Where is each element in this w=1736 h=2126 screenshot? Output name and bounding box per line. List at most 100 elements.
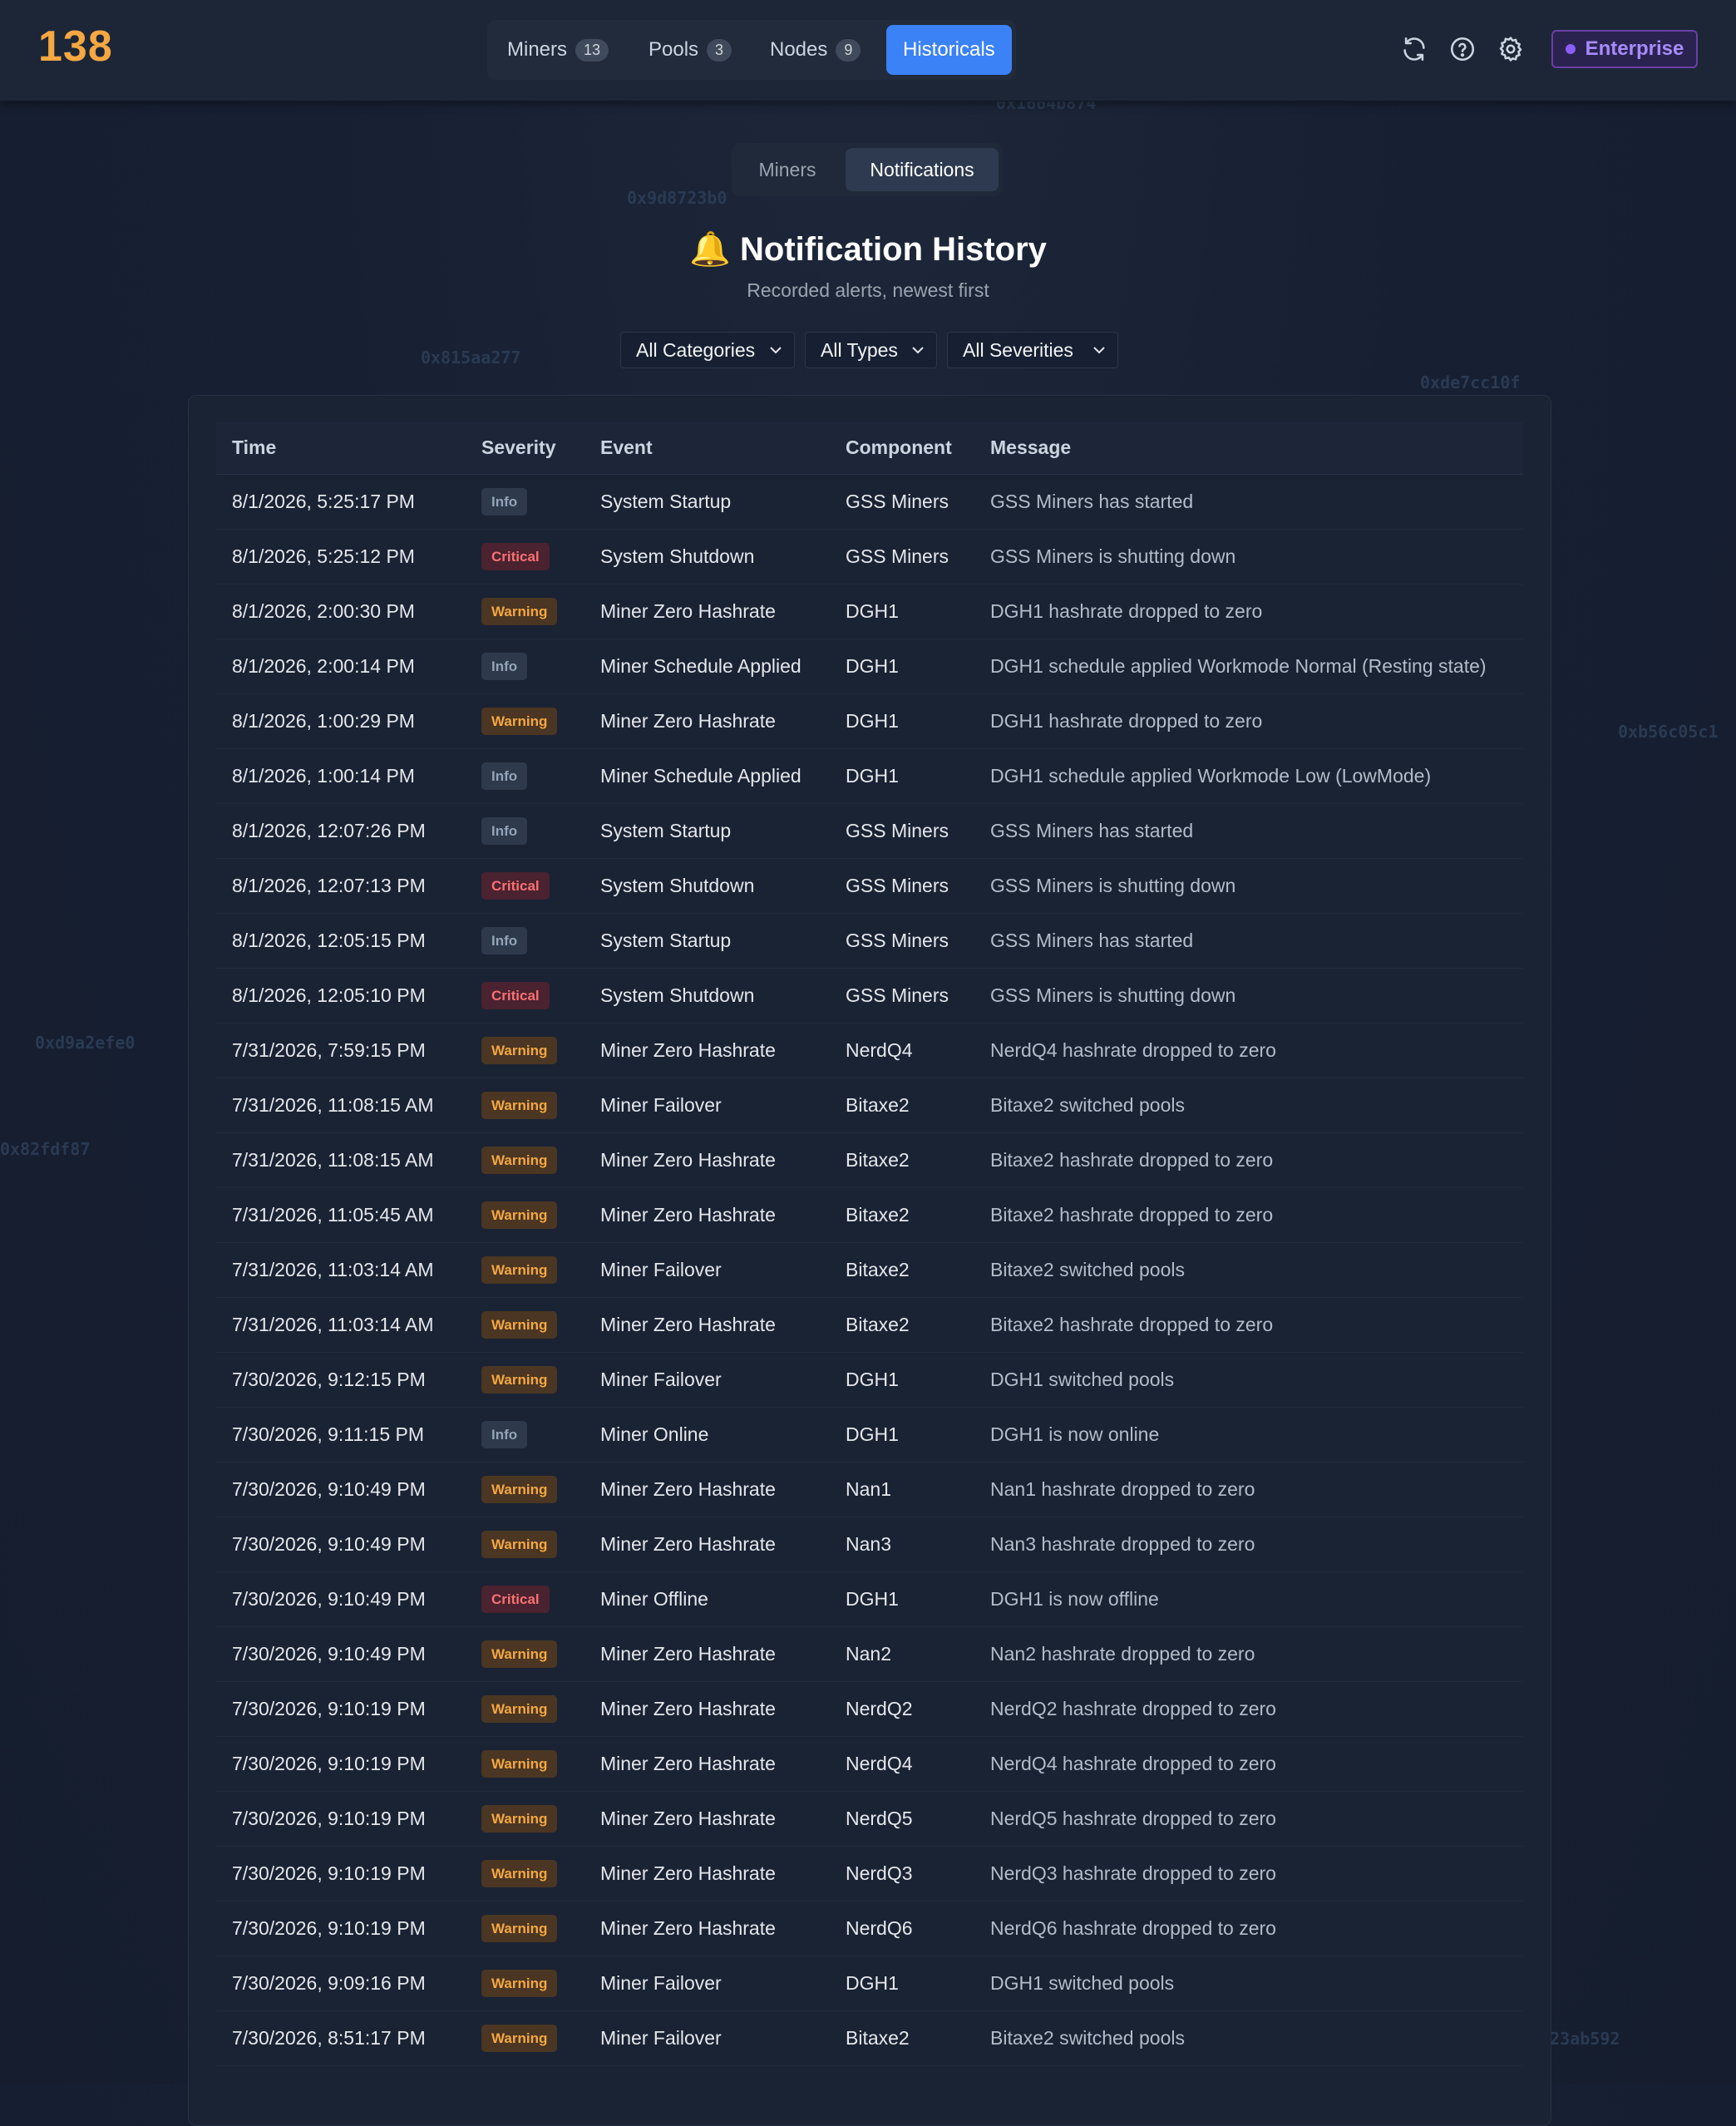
refresh-icon[interactable] (1400, 35, 1428, 63)
table-row[interactable]: 8/1/2026, 12:07:26 PM Info System Startup G… (216, 803, 1523, 859)
cell-severity: Warning (466, 1078, 584, 1133)
nav-nodes[interactable]: Nodes 9 (770, 25, 861, 75)
nav-miners[interactable]: Miners 13 (507, 25, 609, 75)
severity-badge: Critical (481, 542, 550, 570)
cell-message: GSS Miners has started (974, 913, 1523, 969)
cell-time: 7/30/2026, 9:10:19 PM (216, 1791, 466, 1847)
cell-time: 8/1/2026, 12:07:13 PM (216, 858, 466, 914)
cell-severity: Warning (466, 693, 584, 749)
cell-component: GSS Miners (830, 913, 974, 969)
table-row[interactable]: 7/30/2026, 9:10:19 PM Warning Miner Zero H… (216, 1846, 1523, 1902)
subtab-notifications[interactable]: Notifications (846, 148, 999, 191)
nav-historicals[interactable]: Historicals (886, 25, 1012, 75)
table-row[interactable]: 7/30/2026, 9:10:19 PM Warning Miner Zero H… (216, 1681, 1523, 1737)
table-row[interactable]: 8/1/2026, 12:05:10 PM Critical System Shut… (216, 968, 1523, 1024)
cell-component: GSS Miners (830, 858, 974, 914)
severity-badge: Warning (481, 1091, 558, 1119)
nav-pools[interactable]: Pools 3 (649, 25, 732, 75)
top-bar: 138 Miners 13 Pools 3 Nodes 9 Historical… (0, 0, 1736, 101)
cell-severity: Critical (466, 858, 584, 914)
cell-time: 7/30/2026, 9:10:19 PM (216, 1736, 466, 1792)
cell-time: 8/1/2026, 1:00:14 PM (216, 748, 466, 804)
column-header-message[interactable]: Message (974, 422, 1523, 475)
column-header-time[interactable]: Time (216, 422, 466, 475)
cell-time: 8/1/2026, 2:00:30 PM (216, 584, 466, 639)
table-row[interactable]: 7/30/2026, 9:10:49 PM Warning Miner Zero H… (216, 1462, 1523, 1517)
table-row[interactable]: 7/31/2026, 11:08:15 AM Warning Miner Zero … (216, 1132, 1523, 1188)
table-row[interactable]: 7/30/2026, 9:10:19 PM Warning Miner Zero H… (216, 1901, 1523, 1956)
table-row[interactable]: 8/1/2026, 1:00:29 PM Warning Miner Zero Ha… (216, 693, 1523, 749)
type-filter[interactable]: All Types (805, 332, 937, 368)
table-row[interactable]: 7/30/2026, 8:51:17 PM Warning Miner Failov… (216, 2010, 1523, 2066)
table-row[interactable]: 7/30/2026, 9:12:15 PM Warning Miner Failov… (216, 1352, 1523, 1408)
cell-component: Bitaxe2 (830, 1078, 974, 1133)
severity-badge: Warning (481, 1365, 558, 1393)
cell-component: NerdQ4 (830, 1023, 974, 1078)
table-row[interactable]: 8/1/2026, 12:05:15 PM Info System Startup G… (216, 913, 1523, 969)
nav-pools-label: Pools (649, 38, 699, 61)
enterprise-badge[interactable]: Enterprise (1551, 30, 1698, 68)
cell-event: Miner Zero Hashrate (584, 1297, 830, 1353)
cell-event: Miner Failover (584, 1352, 830, 1408)
cell-severity: Critical (466, 968, 584, 1024)
table-row[interactable]: 7/31/2026, 11:03:14 AM Warning Miner Zero … (216, 1297, 1523, 1353)
column-header-event[interactable]: Event (584, 422, 830, 475)
cell-severity: Warning (466, 1791, 584, 1847)
cell-severity: Warning (466, 1297, 584, 1353)
cell-time: 7/30/2026, 8:51:17 PM (216, 2010, 466, 2066)
nav-miners-count: 13 (575, 38, 609, 62)
settings-icon[interactable] (1497, 35, 1525, 63)
cell-time: 7/31/2026, 7:59:15 PM (216, 1023, 466, 1078)
table-row[interactable]: 8/1/2026, 5:25:12 PM Critical System Shutd… (216, 529, 1523, 585)
cell-component: DGH1 (830, 748, 974, 804)
cell-message: Bitaxe2 switched pools (974, 1242, 1523, 1298)
help-icon[interactable] (1448, 35, 1477, 63)
subtab-miners[interactable]: Miners (740, 148, 835, 191)
table-row[interactable]: 7/30/2026, 9:11:15 PM Info Miner Online DGH… (216, 1407, 1523, 1463)
cell-severity: Warning (466, 1681, 584, 1737)
severity-badge: Warning (481, 707, 558, 735)
table-row[interactable]: 8/1/2026, 12:07:13 PM Critical System Shut… (216, 858, 1523, 914)
severity-badge: Warning (481, 1914, 558, 1942)
cell-severity: Warning (466, 1736, 584, 1792)
table-row[interactable]: 7/30/2026, 9:10:49 PM Critical Miner Offli… (216, 1571, 1523, 1627)
cell-message: Nan1 hashrate dropped to zero (974, 1462, 1523, 1517)
table-row[interactable]: 8/1/2026, 2:00:30 PM Warning Miner Zero Ha… (216, 584, 1523, 639)
background-hash: 0xde7cc10f (1420, 372, 1521, 392)
table-row[interactable]: 7/30/2026, 9:10:19 PM Warning Miner Zero H… (216, 1791, 1523, 1847)
table-row[interactable]: 7/31/2026, 11:08:15 AM Warning Miner Failo… (216, 1078, 1523, 1133)
table-row[interactable]: 7/30/2026, 9:09:16 PM Warning Miner Failov… (216, 1956, 1523, 2011)
cell-event: System Startup (584, 803, 830, 859)
severity-badge: Warning (481, 1530, 558, 1558)
severity-badge: Warning (481, 1859, 558, 1887)
cell-message: DGH1 is now online (974, 1407, 1523, 1463)
page-subtitle: Recorded alerts, newest first (747, 279, 989, 301)
table-row[interactable]: 7/31/2026, 7:59:15 PM Warning Miner Zero H… (216, 1023, 1523, 1078)
table-row[interactable]: 7/30/2026, 9:10:49 PM Warning Miner Zero H… (216, 1626, 1523, 1682)
cell-component: NerdQ4 (830, 1736, 974, 1792)
nav-nodes-count: 9 (836, 38, 861, 62)
table-row[interactable]: 7/31/2026, 11:05:45 AM Warning Miner Zero … (216, 1187, 1523, 1243)
cell-severity: Warning (466, 1352, 584, 1408)
column-header-severity[interactable]: Severity (466, 422, 584, 475)
cell-component: Bitaxe2 (830, 1187, 974, 1243)
cell-time: 8/1/2026, 12:05:15 PM (216, 913, 466, 969)
severity-badge: Info (481, 762, 528, 790)
table-row[interactable]: 8/1/2026, 5:25:17 PM Info System Startup GS… (216, 474, 1523, 530)
table-row[interactable]: 8/1/2026, 2:00:14 PM Info Miner Schedule A… (216, 639, 1523, 694)
app-logo[interactable]: 138 (38, 22, 113, 72)
table-row[interactable]: 8/1/2026, 1:00:14 PM Info Miner Schedule A… (216, 748, 1523, 804)
table-row[interactable]: 7/30/2026, 9:10:19 PM Warning Miner Zero H… (216, 1736, 1523, 1792)
cell-message: DGH1 hashrate dropped to zero (974, 693, 1523, 749)
column-header-component[interactable]: Component (830, 422, 974, 475)
cell-message: NerdQ4 hashrate dropped to zero (974, 1736, 1523, 1792)
severity-filter[interactable]: All Severities (947, 332, 1118, 368)
cell-message: NerdQ5 hashrate dropped to zero (974, 1791, 1523, 1847)
cell-message: DGH1 schedule applied Workmode Normal (R… (974, 639, 1523, 694)
cell-message: Bitaxe2 hashrate dropped to zero (974, 1187, 1523, 1243)
category-filter[interactable]: All Categories (620, 332, 795, 368)
table-row[interactable]: 7/30/2026, 9:10:49 PM Warning Miner Zero H… (216, 1517, 1523, 1572)
enterprise-label: Enterprise (1585, 37, 1684, 60)
cell-component: Nan1 (830, 1462, 974, 1517)
table-row[interactable]: 7/31/2026, 11:03:14 AM Warning Miner Failo… (216, 1242, 1523, 1298)
